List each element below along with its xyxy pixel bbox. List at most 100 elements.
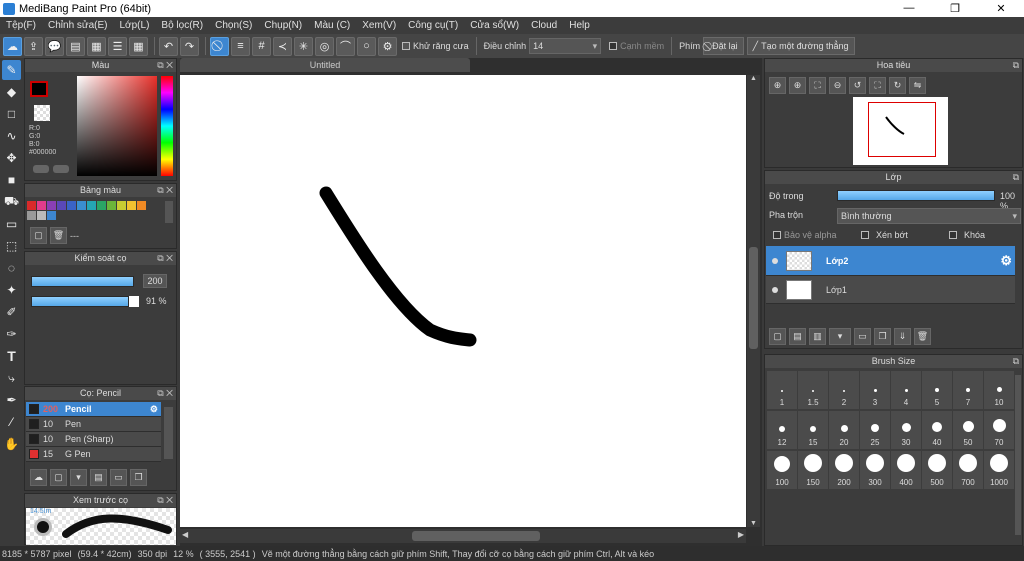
palette-swatch[interactable] [47, 201, 56, 210]
brush-size-cell[interactable]: 12 [767, 411, 797, 449]
merge-layer-icon[interactable]: ⇓ [894, 328, 911, 345]
delete-layer-icon[interactable]: 🗑 [914, 328, 931, 345]
document-tab[interactable]: Untitled [180, 58, 470, 72]
delete-palette-icon[interactable]: 🗑 [50, 227, 67, 244]
drawing-canvas[interactable] [180, 75, 746, 527]
menu-select[interactable]: Chọn(S) [209, 20, 258, 31]
eraser-tool-icon[interactable]: ◆ [2, 82, 21, 102]
new-8bit-layer-icon[interactable]: ▥ [809, 328, 826, 345]
palette-swatch[interactable] [137, 201, 146, 210]
no-snap-icon[interactable]: ⃠ [210, 36, 229, 56]
brush-copy-icon[interactable]: ▤ [90, 469, 107, 486]
minimize-button[interactable]: — [886, 2, 932, 15]
color-saturation-area[interactable] [77, 76, 157, 176]
color-mode-buttons[interactable] [33, 165, 69, 175]
brush-size-cell[interactable]: 1 [767, 371, 797, 409]
menu-file[interactable]: Tệp(F) [0, 20, 42, 31]
palette-swatch[interactable] [47, 211, 56, 220]
straight-line-button[interactable]: ╱ Tạo một đường thẳng [746, 37, 855, 55]
scroll-left-icon[interactable]: ◀ [182, 530, 188, 539]
hue-slider[interactable] [161, 76, 173, 176]
brush-size-scrollbar[interactable] [1015, 375, 1021, 535]
reset-button[interactable]: ⃠Đặt lại [703, 37, 744, 55]
palette-swatch[interactable] [37, 211, 46, 220]
page-icon[interactable]: ▦ [87, 36, 106, 56]
duplicate-layer-icon[interactable]: ❐ [874, 328, 891, 345]
visibility-icon[interactable] [772, 286, 778, 293]
canvas-vertical-scrollbar[interactable]: ▲ ▼ [747, 75, 760, 527]
rotate-left-icon[interactable]: ↺ [849, 77, 866, 94]
layer-opacity-slider[interactable] [837, 190, 995, 201]
brush-size-cell[interactable]: 200 [829, 451, 859, 489]
menu-view[interactable]: Xem(V) [356, 20, 402, 31]
new-palette-icon[interactable]: ▢ [30, 227, 47, 244]
grid-icon[interactable]: ▦ [129, 36, 148, 56]
vertical-scroll-thumb[interactable] [749, 247, 758, 349]
palette-scrollbar[interactable] [165, 201, 173, 223]
palette-swatch[interactable] [87, 201, 96, 210]
select-eraser-tool-icon[interactable]: ✑ [2, 324, 21, 344]
select-pen-tool-icon[interactable]: ✐ [2, 302, 21, 322]
fit-window-icon[interactable]: ⛶ [869, 77, 886, 94]
circle-snap-icon[interactable]: ○ [357, 36, 376, 56]
palette-swatch[interactable] [27, 201, 36, 210]
panel-close-icon[interactable]: ⧉ ✕ [157, 59, 173, 72]
menu-snap[interactable]: Chụp(N) [258, 20, 308, 31]
scroll-down-icon[interactable]: ▼ [747, 520, 760, 527]
brush-folder-icon[interactable]: ▭ [110, 469, 127, 486]
palette-swatch[interactable] [57, 201, 66, 210]
chat-icon[interactable]: ▤ [66, 36, 85, 56]
brush-size-cell[interactable]: 5 [922, 371, 952, 409]
lasso-tool-icon[interactable]: ◌ [2, 258, 21, 278]
panel-close-icon[interactable]: ⧉ ✕ [157, 387, 173, 400]
palette-swatch[interactable] [127, 201, 136, 210]
panel-close-icon[interactable]: ⧉ ✕ [157, 184, 173, 197]
new-layer-icon[interactable]: ▢ [769, 328, 786, 345]
text-tool-icon[interactable]: T [2, 346, 21, 366]
brush-size-cell[interactable]: 300 [860, 451, 890, 489]
divide-tool-icon[interactable]: ⤷ [2, 368, 21, 388]
fit-icon[interactable]: ⛶ [809, 77, 826, 94]
antialias-checkbox[interactable]: Khử răng cưa [402, 41, 469, 51]
menu-layer[interactable]: Lớp(L) [114, 20, 156, 31]
brush-size-cell[interactable]: 500 [922, 451, 952, 489]
scroll-right-icon[interactable]: ▶ [738, 530, 744, 539]
menu-edit[interactable]: Chỉnh sửa(E) [42, 20, 114, 31]
rotate-right-icon[interactable]: ↻ [889, 77, 906, 94]
new-halftone-layer-icon[interactable]: ▤ [789, 328, 806, 345]
move-tool-icon[interactable]: ✥ [2, 148, 21, 168]
opacity-slider[interactable] [31, 296, 130, 307]
brush-size-cell[interactable]: 25 [860, 411, 890, 449]
visibility-icon[interactable] [772, 257, 778, 264]
brush-item[interactable]: 10 Pen [26, 417, 161, 432]
brush-menu-icon[interactable]: ▾ [70, 469, 87, 486]
palette-swatch[interactable] [67, 201, 76, 210]
palette-swatch[interactable] [97, 201, 106, 210]
lock-checkbox[interactable]: Khóa [949, 230, 985, 240]
list-icon[interactable]: ☰ [108, 36, 127, 56]
rect-tool-icon[interactable]: □ [2, 104, 21, 124]
zoom-in-icon[interactable]: ⊕ [789, 77, 806, 94]
magic-wand-tool-icon[interactable]: ✦ [2, 280, 21, 300]
brush-size-cell[interactable]: 1000 [984, 451, 1014, 489]
background-color-swatch[interactable] [34, 105, 50, 121]
parallel-snap-icon[interactable]: ≡ [231, 36, 250, 56]
brush-list-scrollbar[interactable] [164, 407, 173, 459]
brush-size-cell[interactable]: 3 [860, 371, 890, 409]
panel-close-icon[interactable]: ⧉ ✕ [157, 494, 173, 507]
size-slider[interactable] [31, 276, 134, 287]
menu-color[interactable]: Màu (C) [308, 20, 356, 31]
layer-menu-icon[interactable]: ▾ [829, 328, 851, 345]
comment-icon[interactable]: 💬 [45, 36, 64, 56]
clipping-checkbox[interactable]: Xén bớt [861, 230, 908, 240]
blend-mode-select[interactable]: Bình thường [837, 208, 1021, 224]
brush-size-cell[interactable]: 30 [891, 411, 921, 449]
zoom-in-icon[interactable]: ⊕ [769, 77, 786, 94]
radial-snap-icon[interactable]: ✳ [294, 36, 313, 56]
dot-tool-icon[interactable]: ∿ [2, 126, 21, 146]
panel-detach-icon[interactable]: ⧉ [1013, 171, 1019, 184]
correction-select[interactable]: 14 [529, 38, 602, 54]
edge-checkbox[interactable]: Cạnh mềm [609, 41, 664, 51]
brush-item[interactable]: 15 G Pen [26, 447, 161, 462]
palette-swatch[interactable] [37, 201, 46, 210]
